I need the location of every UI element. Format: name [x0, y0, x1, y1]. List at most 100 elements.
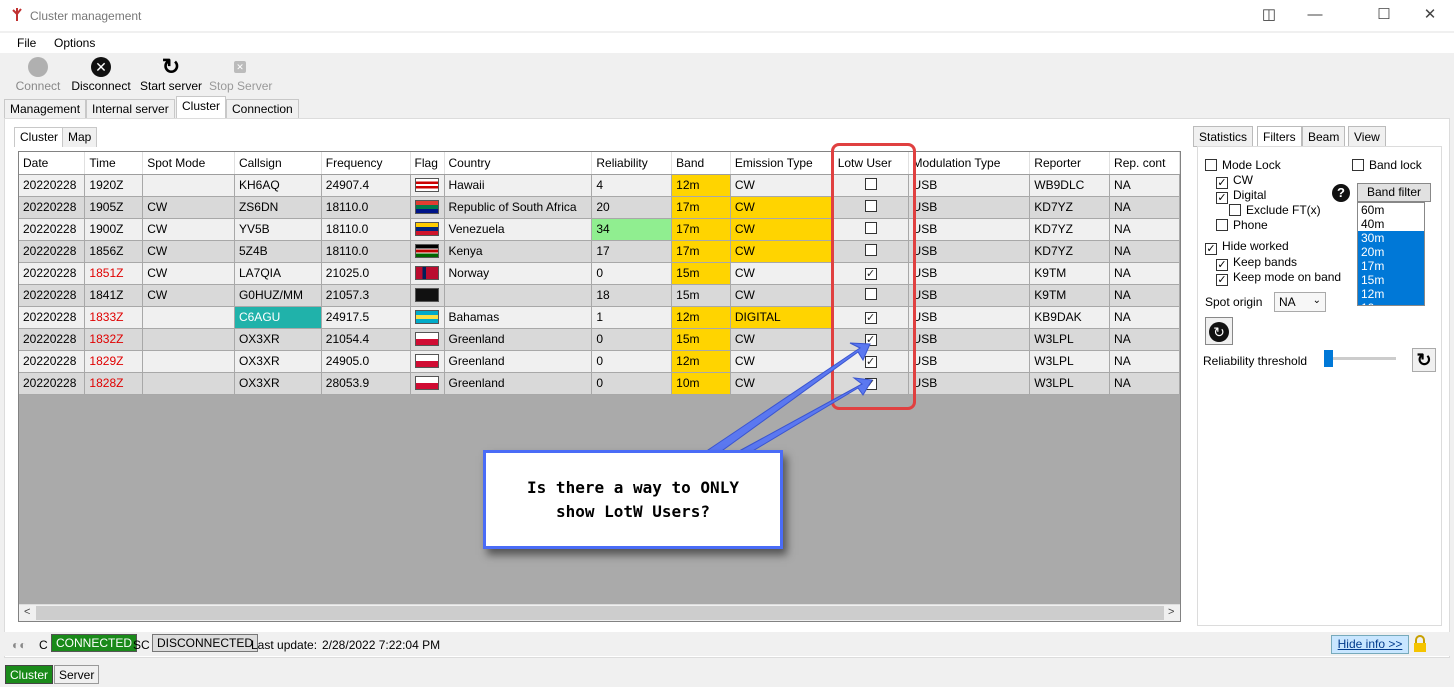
restore-icon[interactable]: ◫ [1246, 3, 1292, 29]
spot-grid: Date Time Spot Mode Callsign Frequency Flag Co… [18, 151, 1181, 622]
slider-track[interactable] [1324, 357, 1396, 360]
column-header[interactable]: Band [671, 152, 731, 175]
digital-checkbox[interactable]: ✓ Digital [1216, 188, 1266, 204]
table-row[interactable]: 20220228 1828Z OX3XR 28053.9 Greenland 0 10m CW… [19, 372, 1180, 395]
column-header[interactable]: Frequency [321, 152, 411, 175]
cell-reporter: KD7YZ [1029, 218, 1111, 241]
cell-emission: CW [730, 218, 834, 241]
tab-statistics[interactable]: Statistics [1193, 126, 1254, 147]
keep-mode-on-band-checkbox[interactable]: ✓ Keep mode on band [1216, 270, 1341, 286]
stop-server-button[interactable]: ✕ Stop Server [209, 57, 272, 93]
column-header[interactable]: Callsign [234, 152, 322, 175]
menu-options[interactable]: Options [54, 36, 95, 50]
scroll-right-icon[interactable]: > [1168, 606, 1174, 618]
cell-flag [410, 284, 445, 307]
tab-filters[interactable]: Filters [1257, 126, 1302, 147]
table-row[interactable]: 20220228 1905Z CW ZS6DN 18110.0 Republic of S… [19, 196, 1180, 219]
scroll-left-icon[interactable]: < [24, 606, 30, 618]
minimize-button[interactable]: — [1292, 3, 1338, 29]
cell-freq: 21054.4 [321, 328, 411, 351]
band-list-item[interactable]: 12m [1358, 287, 1424, 301]
band-list-item[interactable]: 30m [1358, 231, 1424, 245]
tab-connection[interactable]: Connection [226, 99, 299, 119]
cell-emission: CW [730, 240, 834, 263]
table-row[interactable]: 20220228 1920Z KH6AQ 24907.4 Hawaii 4 12m CW USB… [19, 174, 1180, 197]
cell-emission: DIGITAL [730, 306, 834, 329]
cell-time: 1832Z [84, 328, 144, 351]
help-icon[interactable]: ? [1332, 184, 1350, 202]
cell-callsign: OX3XR [234, 372, 322, 395]
column-header[interactable]: Modulation Type [908, 152, 1031, 175]
exclude-ft-checkbox[interactable]: Exclude FT(x) [1229, 203, 1321, 217]
column-header[interactable]: Emission Type [730, 152, 834, 175]
table-row[interactable]: 20220228 1900Z CW YV5B 18110.0 Venezuela 34 17m… [19, 218, 1180, 241]
cell-country: Greenland [444, 372, 593, 395]
disconnect-button[interactable]: ✕ Disconnect [70, 57, 132, 93]
subtab-map[interactable]: Map [62, 127, 98, 147]
cell-mod: USB [908, 196, 1031, 219]
band-list-item[interactable]: 60m [1358, 203, 1424, 217]
cell-flag [410, 306, 445, 329]
table-row[interactable]: 20220228 1833Z C6AGU 24917.5 Bahamas 1 12m DIGI… [19, 306, 1180, 329]
table-row[interactable]: 20220228 1856Z CW 5Z4B 18110.0 Kenya 17 17m CW US… [19, 240, 1180, 263]
table-row[interactable]: 20220228 1851Z CW LA7QIA 21025.0 Norway 0 15m CW… [19, 262, 1180, 285]
slider-thumb[interactable] [1324, 350, 1333, 367]
hide-worked-checkbox[interactable]: ✓ Hide worked [1205, 239, 1289, 255]
band-list-item[interactable]: 17m [1358, 259, 1424, 273]
tab-cluster[interactable]: Cluster [176, 96, 227, 119]
table-row[interactable]: 20220228 1841Z CW G0HUZ/MM 21057.3 18 15m CW USB… [19, 284, 1180, 307]
band-filter-button[interactable]: Band filter [1357, 183, 1431, 202]
cell-reporter: KD7YZ [1029, 196, 1111, 219]
tab-management[interactable]: Management [4, 99, 87, 119]
bottom-tab-cluster[interactable]: Cluster [5, 665, 54, 684]
table-row[interactable]: 20220228 1832Z OX3XR 21054.4 Greenland 0 15m CW… [19, 328, 1180, 351]
column-header[interactable]: Country [444, 152, 593, 175]
band-list-item[interactable]: 10m [1358, 301, 1424, 305]
tab-beam[interactable]: Beam [1302, 126, 1346, 147]
cell-time: 1841Z [84, 284, 144, 307]
band-listbox[interactable]: 60m40m30m20m17m15m12m10m [1357, 202, 1425, 306]
mode-lock-checkbox[interactable]: Mode Lock [1205, 158, 1281, 172]
column-header[interactable]: Rep. cont [1109, 152, 1180, 175]
refresh-spots-button[interactable]: ↻ [1205, 317, 1233, 345]
table-row[interactable]: 20220228 1829Z OX3XR 24905.0 Greenland 0 12m CW… [19, 350, 1180, 373]
column-header[interactable]: Reporter [1029, 152, 1111, 175]
close-button[interactable]: ✕ [1407, 3, 1453, 29]
column-header[interactable]: Time [84, 152, 144, 175]
reset-threshold-button[interactable]: ↻ [1412, 348, 1436, 372]
bottom-tab-server[interactable]: Server [54, 665, 100, 684]
column-header[interactable]: Reliability [591, 152, 673, 175]
cell-reporter: KB9DAK [1029, 306, 1111, 329]
column-header[interactable]: Flag [410, 152, 445, 175]
maximize-button[interactable]: ☐ [1361, 3, 1407, 29]
cell-flag [410, 174, 445, 197]
band-lock-checkbox[interactable]: Band lock [1352, 158, 1422, 172]
subtab-cluster[interactable]: Cluster [14, 127, 65, 147]
cell-rel: 4 [591, 174, 673, 197]
band-list-item[interactable]: 20m [1358, 245, 1424, 259]
column-header[interactable]: Spot Mode [142, 152, 235, 175]
band-list-item[interactable]: 15m [1358, 273, 1424, 287]
band-list-item[interactable]: 40m [1358, 217, 1424, 231]
tab-internal-server[interactable]: Internal server [86, 99, 175, 119]
column-header[interactable]: Date [19, 152, 86, 175]
start-server-button[interactable]: ↻ Start server [140, 56, 202, 94]
tab-view[interactable]: View [1348, 126, 1386, 147]
cell-reporter: W3LPL [1029, 328, 1111, 351]
hide-info-link[interactable]: Hide info >> [1331, 635, 1409, 654]
scrollbar-thumb[interactable] [36, 606, 1164, 620]
lock-icon[interactable] [1413, 635, 1427, 652]
spot-origin-select[interactable]: NA ⌄ [1274, 292, 1326, 312]
connect-button[interactable]: Connect [14, 57, 62, 93]
phone-checkbox[interactable]: Phone [1216, 218, 1268, 232]
keep-bands-checkbox[interactable]: ✓ Keep bands [1216, 255, 1297, 271]
disconnected-badge: DISCONNECTED [152, 634, 259, 652]
spot-table: Date Time Spot Mode Callsign Frequency Flag Co… [19, 152, 1180, 395]
cell-freq: 21057.3 [321, 284, 411, 307]
last-update-label: Last update: [251, 638, 318, 652]
cw-checkbox[interactable]: ✓ CW [1216, 173, 1253, 189]
cell-rel: 20 [591, 196, 673, 219]
cell-spot-mode: CW [142, 284, 235, 307]
cell-reporter: K9TM [1029, 262, 1111, 285]
menu-file[interactable]: File [17, 36, 36, 50]
